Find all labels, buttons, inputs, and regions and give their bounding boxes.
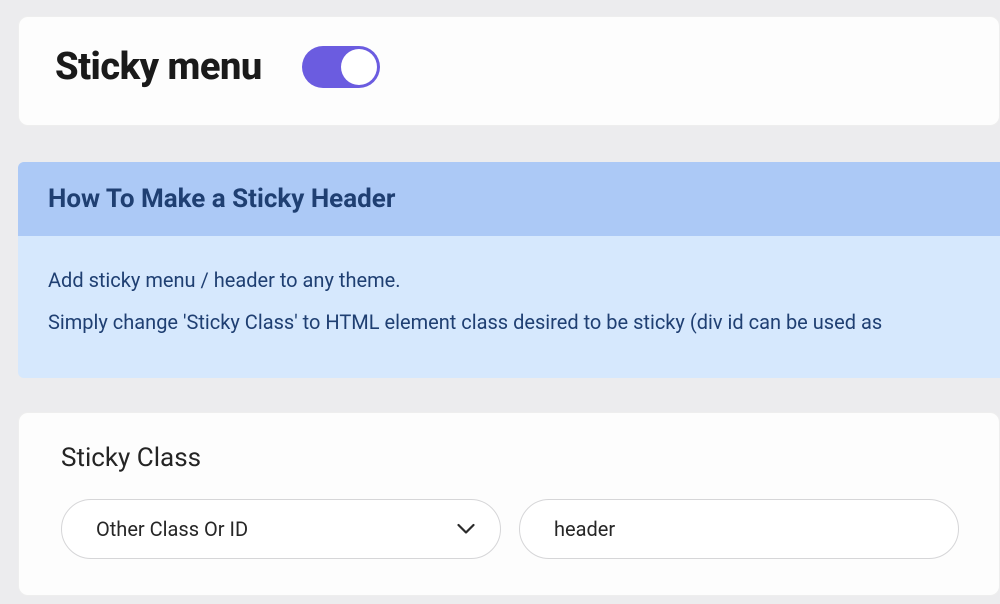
page-title: Sticky menu [55,45,262,89]
info-line-1: Add sticky menu / header to any theme. [48,264,970,296]
sticky-menu-header-card: Sticky menu [18,16,1000,126]
info-panel: How To Make a Sticky Header Add sticky m… [18,162,1000,378]
sticky-class-select[interactable] [61,499,501,559]
sticky-class-row [61,499,963,559]
sticky-class-label: Sticky Class [61,443,963,473]
info-panel-body: Add sticky menu / header to any theme. S… [18,236,1000,378]
settings-card: Sticky Class [18,412,1000,596]
sticky-class-select-wrap [61,499,501,559]
info-line-2: Simply change 'Sticky Class' to HTML ele… [48,306,970,338]
info-panel-header: How To Make a Sticky Header [18,162,1000,236]
info-panel-title: How To Make a Sticky Header [48,184,970,214]
sticky-menu-toggle[interactable] [302,46,380,88]
sticky-class-input[interactable] [519,499,959,559]
toggle-knob [341,49,377,85]
